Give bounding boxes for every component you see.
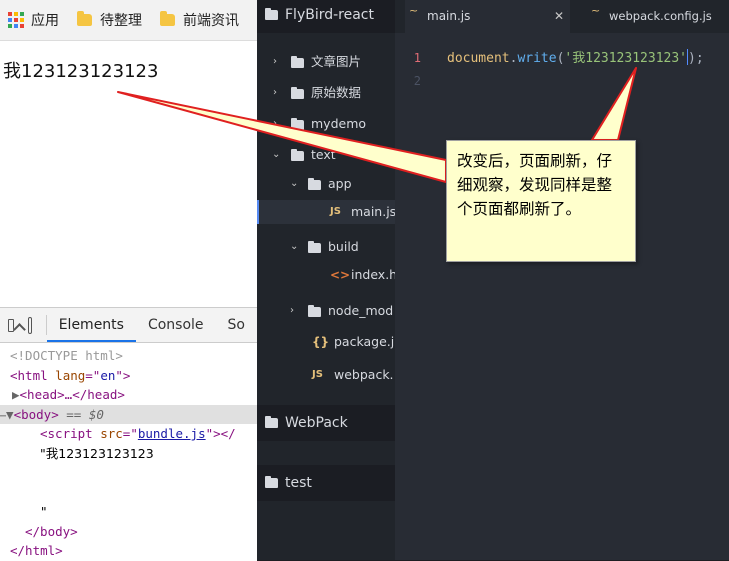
callout-arrows	[0, 0, 729, 560]
arrow-to-page-text	[118, 92, 446, 182]
annotation-callout: 改变后，页面刷新，仔细观察，发现同样是整个页面都刷新了。	[446, 140, 636, 262]
arrow-to-code-line	[592, 68, 636, 140]
